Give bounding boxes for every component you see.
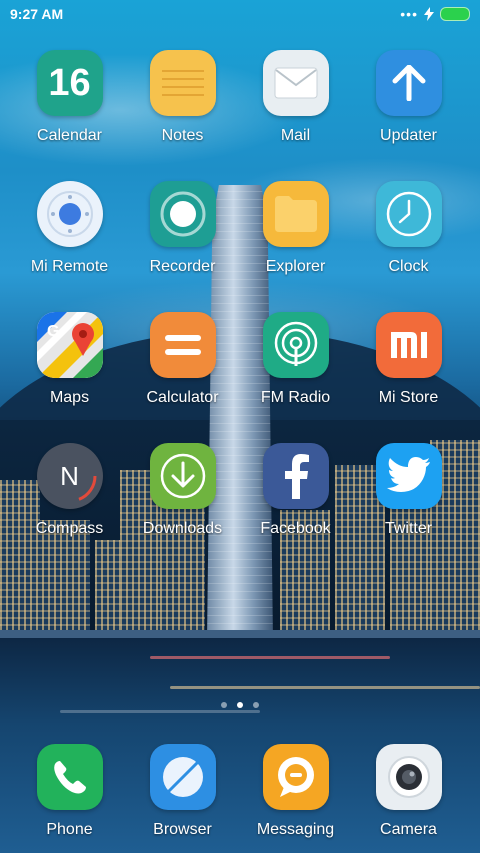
browser-icon [149,744,216,810]
app-label: Notes [161,127,204,144]
app-fm-radio[interactable]: FM Radio [239,312,352,407]
dock-app-messaging[interactable]: Messaging [239,744,352,839]
app-label: Phone [46,821,93,838]
app-row: 16 Calendar Notes Mail Updater [0,50,480,170]
app-label: Compass [35,520,104,537]
app-notes[interactable]: Notes [126,50,239,145]
page-dot-active[interactable] [237,702,243,708]
app-calendar[interactable]: 16 Calendar [13,50,126,145]
google-maps-icon: G [36,312,103,378]
app-label: Downloads [142,520,223,537]
mail-icon [262,50,329,116]
app-label: Twitter [384,520,433,537]
app-clock[interactable]: Clock [352,181,465,276]
app-label: Camera [380,821,437,838]
battery-icon [440,7,470,21]
page-indicator [0,702,480,708]
app-label: Browser [153,821,212,838]
updater-arrow-icon [375,50,442,116]
app-maps[interactable]: G Maps [13,312,126,407]
camera-icon [375,744,442,810]
app-row: N Compass Downloads Facebook Twitter [0,443,480,563]
app-mi-remote[interactable]: Mi Remote [13,181,126,276]
app-label: Mi Remote [30,258,109,275]
notes-icon [149,50,216,116]
app-label: Calculator [146,389,219,406]
wallpaper-harbor-front [0,630,480,638]
radio-icon [262,312,329,378]
app-label: Mi Store [378,389,439,406]
page-dot[interactable] [221,702,227,708]
compass-icon: N [36,443,103,509]
app-label: Recorder [149,258,216,275]
svg-text:G: G [47,323,59,340]
app-row: Mi Remote Recorder Explorer Clock [0,181,480,301]
dock: Phone Browser Messaging Camera [0,744,480,844]
app-recorder[interactable]: Recorder [126,181,239,276]
app-compass[interactable]: N Compass [13,443,126,538]
status-icons: ••• [400,6,470,22]
app-mi-store[interactable]: Mi Store [352,312,465,407]
more-dots-icon: ••• [400,6,418,22]
recorder-icon [149,181,216,247]
app-label: Explorer [265,258,326,275]
app-label: Clock [388,258,429,275]
folder-icon [262,181,329,247]
calendar-icon: 16 [36,50,103,116]
app-updater[interactable]: Updater [352,50,465,145]
status-bar: 9:27 AM ••• [0,0,480,28]
dock-app-browser[interactable]: Browser [126,744,239,839]
app-facebook[interactable]: Facebook [239,443,352,538]
app-twitter[interactable]: Twitter [352,443,465,538]
app-label: Facebook [260,520,331,537]
app-label: Updater [380,127,437,144]
app-label: Maps [49,389,90,406]
calculator-icon [149,312,216,378]
calendar-date: 16 [48,61,91,104]
dock-app-camera[interactable]: Camera [352,744,465,839]
phone-icon [36,744,103,810]
mi-logo-icon [375,312,442,378]
status-time: 9:27 AM [10,6,64,22]
app-label: FM Radio [260,389,331,406]
app-label: Calendar [37,127,102,144]
remote-icon [36,181,103,247]
app-label: Mail [280,127,311,144]
facebook-icon [262,443,329,509]
twitter-bird-icon [375,443,442,509]
app-label: Messaging [256,821,335,838]
app-row: G Maps Calculator FM Radio Mi Store [0,312,480,432]
messaging-icon [262,744,329,810]
download-arrow-icon [149,443,216,509]
app-mail[interactable]: Mail [239,50,352,145]
page-dot[interactable] [253,702,259,708]
app-calculator[interactable]: Calculator [126,312,239,407]
app-downloads[interactable]: Downloads [126,443,239,538]
app-explorer[interactable]: Explorer [239,181,352,276]
clock-icon [375,181,442,247]
dock-app-phone[interactable]: Phone [13,744,126,839]
charging-bolt-icon [424,7,434,21]
